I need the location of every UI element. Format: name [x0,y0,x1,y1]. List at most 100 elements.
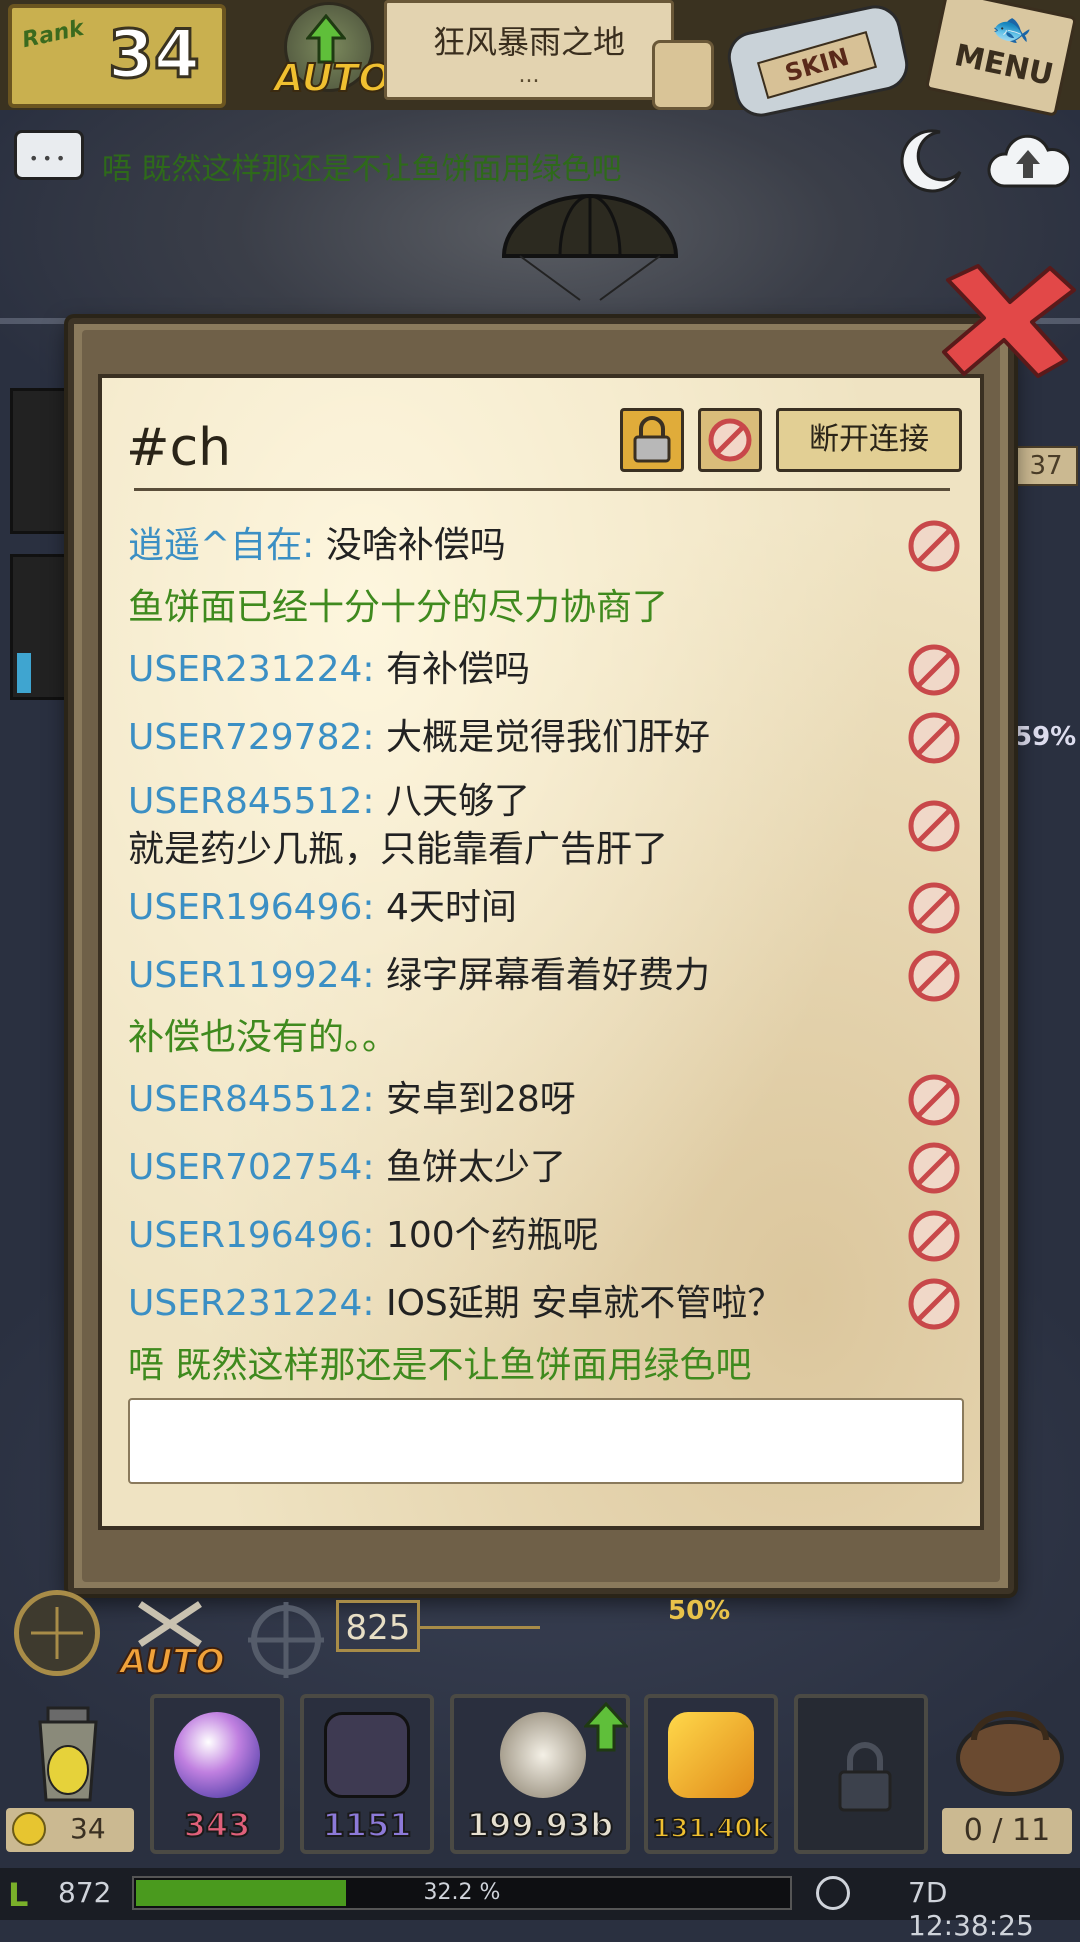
block-user-icon[interactable] [906,948,962,1004]
scroll-icon[interactable] [652,40,714,110]
chat-message: USER845512: 安卓到28呀 [128,1076,908,1124]
message-username[interactable]: USER702754: [128,1147,386,1188]
message-text: 补偿也没有的。。 [128,1017,399,1058]
orb-icon [174,1712,260,1798]
auto-advance-button[interactable]: AUTO [262,2,392,106]
auto-battle-label: AUTO [119,1641,225,1683]
message-text: 八天够了 [385,781,530,822]
message-text-line2: 就是药少几瓶，只能靠看广告肝了 [128,829,669,870]
orb-count: 343 [183,1805,252,1845]
target-icon[interactable] [244,1598,328,1682]
chat-message: USER196496: 4天时间 [128,884,908,932]
chat-message: USER119924: 绿字屏幕看着好费力 [128,952,908,1000]
system-message: 唔 既然这样那还是不让鱼饼面用绿色吧 [128,1342,908,1390]
gear-icon [500,1712,586,1798]
potion-counter: 34 [6,1808,134,1852]
block-user-icon[interactable] [906,1276,962,1332]
block-user-icon[interactable] [906,1208,962,1264]
parachute-icon [501,194,679,301]
side-gauge-fill [17,653,31,693]
bag-icon[interactable] [950,1700,1070,1800]
message-username[interactable]: USER845512: [128,781,386,822]
message-username[interactable]: USER196496: [128,1215,386,1256]
item-slot-gold[interactable]: 131.40k [644,1694,778,1854]
gold-nugget-icon [668,1712,754,1798]
chat-message: USER729782: 大概是觉得我们肝好 [128,714,908,762]
map-name: 狂风暴雨之地 [432,23,625,61]
block-user-icon[interactable] [906,710,962,766]
message-username[interactable]: USER729782: [128,717,386,758]
ban-icon [708,418,752,462]
right-badge: 37 [1014,446,1078,486]
compass-icon[interactable] [14,1590,100,1676]
block-user-icon[interactable] [906,798,962,854]
title-divider [134,488,950,491]
message-username[interactable]: USER231224: [128,1283,386,1324]
block-user-icon[interactable] [906,1072,962,1128]
chat-message: USER845512: 八天够了就是药少几瓶，只能靠看广告肝了 [128,778,908,874]
map-banner[interactable]: 狂风暴雨之地 ... [384,0,674,100]
crossed-swords-icon [138,1601,202,1647]
channel-title: #ch [126,418,232,478]
message-username[interactable]: 逍遥^自在: [128,525,326,566]
cloud-upload-icon[interactable] [986,128,1070,192]
item-slot-shield[interactable]: 1151 [300,1694,434,1854]
gear-count: 199.93b [466,1805,614,1845]
block-user-icon[interactable] [906,642,962,698]
message-text: 100个药瓶呢 [385,1215,599,1256]
top-bar: Rank 34 AUTO 狂风暴雨之地 ... SKIN 🐟 MENU [0,0,1080,122]
chat-ticker: 唔 既然这样那还是不让鱼饼面用绿色吧 [102,152,622,187]
chat-message: 逍遥^自在: 没啥补偿吗 [128,522,908,570]
lock-icon [838,1742,892,1812]
auto-label: AUTO [273,55,392,101]
coin-icon [12,1812,46,1846]
map-subtitle: ... [518,63,540,88]
level-icon: L [8,1876,29,1914]
item-slot-orb[interactable]: 343 [150,1694,284,1854]
padlock-icon [633,416,671,463]
disconnect-button[interactable]: 断开连接 [776,408,962,472]
message-text: 安卓到28呀 [385,1079,576,1120]
message-username[interactable]: USER845512: [128,1079,386,1120]
message-text: 有补偿吗 [385,649,530,690]
skin-button[interactable]: SKIN [720,0,914,122]
rank-value: 34 [107,15,202,95]
block-user-icon[interactable] [906,518,962,574]
gold-count: 131.40k [651,1813,771,1845]
chat-bubble-icon: ••• [14,130,84,180]
block-user-icon[interactable] [906,1140,962,1196]
system-message: 鱼饼面已经十分十分的尽力协商了 [128,584,908,632]
moon-icon[interactable] [896,126,966,196]
item-slot-gear[interactable]: 199.93b [450,1694,630,1854]
message-text: 绿字屏幕看着好费力 [385,955,710,996]
lock-button[interactable] [620,408,684,472]
side-gauge-2 [10,554,76,700]
rank-label: Rank [20,15,87,54]
side-gauge-1 [10,388,76,534]
close-icon[interactable] [938,260,1080,380]
menu-button[interactable]: 🐟 MENU [924,0,1078,117]
xp-bar: 32.2 % [132,1876,792,1910]
message-text: 大概是觉得我们肝好 [385,717,710,758]
rank-panel[interactable]: Rank 34 [8,4,226,108]
block-list-button[interactable] [698,408,762,472]
message-text: 鱼饼面已经十分十分的尽力协商了 [128,587,669,628]
message-text: IOS延期 安卓就不管啦？ [385,1283,784,1324]
message-text: 鱼饼太少了 [385,1147,566,1188]
item-slot-locked[interactable] [794,1694,928,1854]
chat-open-button[interactable]: ••• [14,130,88,188]
potion-lantern-icon[interactable] [18,1704,118,1814]
message-username[interactable]: USER119924: [128,955,386,996]
upgrade-arrow-icon [584,1702,628,1752]
shield-icon [324,1712,410,1798]
auto-battle-button[interactable]: AUTO [119,1598,225,1683]
chat-input[interactable] [128,1398,964,1484]
chat-message: USER196496: 100个药瓶呢 [128,1212,908,1260]
block-user-icon[interactable] [906,880,962,936]
bag-capacity: 0 / 11 [942,1808,1072,1854]
system-message: 补偿也没有的。。 [128,1014,908,1062]
progress-percent: 50% [668,1596,731,1626]
message-username[interactable]: USER196496: [128,887,386,928]
distance-counter: 825 [336,1600,420,1652]
message-username[interactable]: USER231224: [128,649,386,690]
